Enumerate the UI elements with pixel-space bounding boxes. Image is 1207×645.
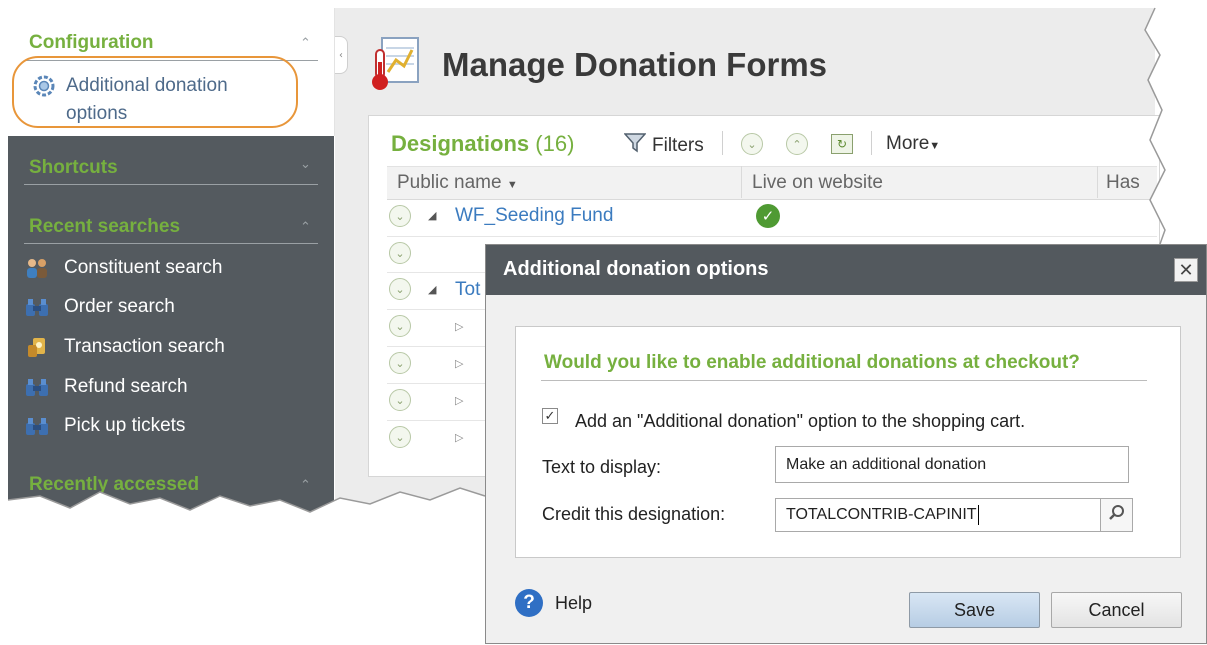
- search-designation-button[interactable]: [1101, 498, 1133, 532]
- search-icon: [1108, 504, 1126, 526]
- credit-designation-value: TOTALCONTRIB-CAPINIT: [786, 506, 977, 523]
- credit-designation-input[interactable]: TOTALCONTRIB-CAPINIT: [775, 498, 1101, 532]
- text-to-display-input[interactable]: Make an additional donation: [775, 446, 1129, 483]
- help-link[interactable]: ? Help: [515, 589, 592, 617]
- help-icon: ?: [515, 589, 543, 617]
- question-divider: [541, 380, 1147, 381]
- close-button[interactable]: ✕: [1174, 258, 1198, 282]
- checkmark-icon: ✓: [544, 408, 556, 424]
- dialog-title: Additional donation options: [503, 258, 769, 280]
- checkbox-label: Add an "Additional donation" option to t…: [575, 411, 1026, 431]
- additional-donation-options-dialog: Additional donation options ✕ Would you …: [485, 244, 1207, 644]
- save-button[interactable]: Save: [909, 592, 1040, 628]
- cancel-button[interactable]: Cancel: [1051, 592, 1182, 628]
- text-to-display-label: Text to display:: [542, 457, 662, 477]
- text-cursor: [977, 505, 979, 525]
- credit-designation-label: Credit this designation:: [542, 504, 726, 524]
- additional-donation-checkbox[interactable]: ✓: [542, 408, 558, 424]
- help-label: Help: [555, 592, 593, 613]
- close-icon: ✕: [1178, 259, 1194, 281]
- dialog-question: Would you like to enable additional dona…: [544, 352, 1080, 373]
